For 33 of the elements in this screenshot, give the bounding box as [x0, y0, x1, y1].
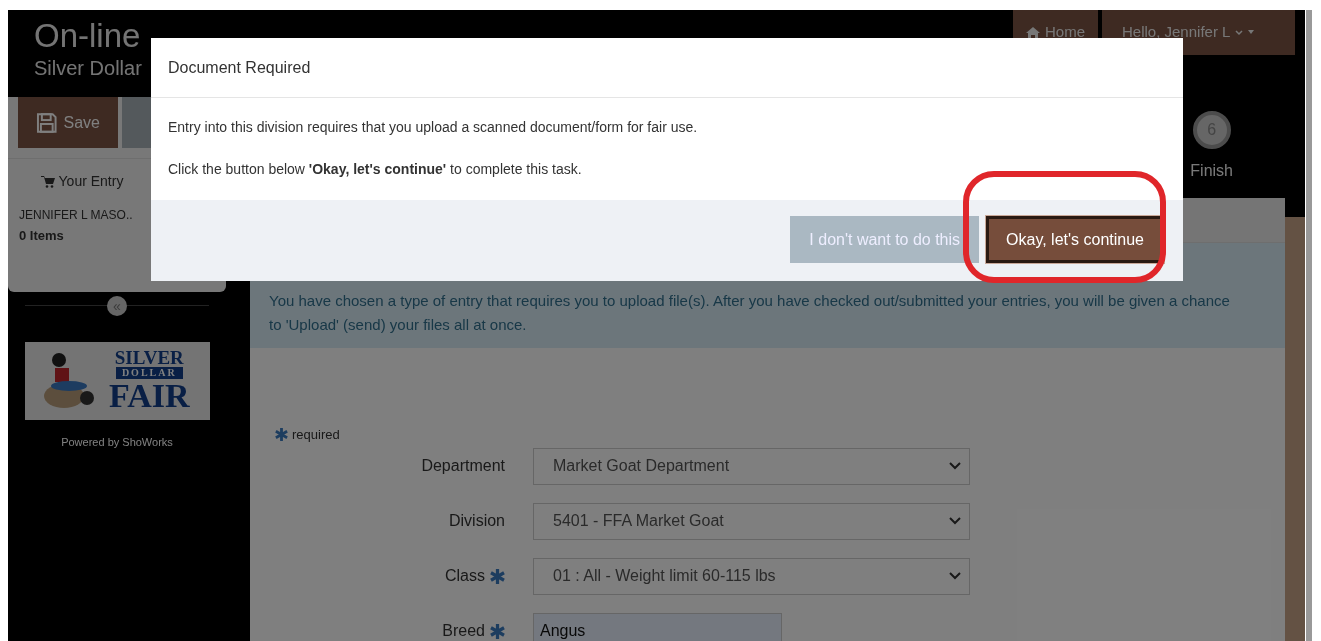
chevron-down-icon [949, 572, 961, 580]
step-label: Finish [1190, 161, 1233, 181]
text-field[interactable]: Angus [533, 612, 782, 641]
field-label: Breed [442, 621, 485, 641]
save-button[interactable]: Save [18, 97, 118, 148]
select-field[interactable]: 01 : All - Weight limit 60-115 lbs [533, 557, 970, 595]
alert-text: You have chosen a type of entry that requires you to upload file(s). After you have checked out/submitted your entries, you will be given a chance to 'Upload' (send) your files all at once. [269, 291, 1231, 335]
modal-message: Click the button below 'Okay, let's continue' to complete this task. [168, 160, 583, 178]
logo-text: SILVER [114, 349, 184, 367]
modal-message: Entry into this division requires that you upload a scanned document/form for fair use. [168, 118, 699, 136]
logo-text: DOLLAR [115, 367, 183, 379]
page-title: On-line [34, 16, 141, 56]
asterisk-icon [275, 428, 288, 442]
cart-label: Your Entry [58, 172, 124, 191]
field-label: Department [421, 456, 505, 476]
entrant-name: JENNIFER L MASO.. [19, 207, 134, 224]
collapse-button[interactable]: « [107, 296, 127, 316]
item-count: 0 Items [19, 227, 65, 245]
powered-by-text: Powered by ShoWorks [60, 435, 174, 450]
modal-title: Document Required [168, 57, 311, 78]
field-label: Division [449, 511, 505, 531]
continue-button[interactable]: Okay, let's continue [986, 216, 1164, 263]
page-subtitle: Silver Dollar [34, 56, 142, 80]
home-icon [1026, 26, 1040, 39]
select-field[interactable]: Market Goat Department [533, 447, 970, 485]
chevron-down-icon [949, 462, 961, 470]
field-label: Class [445, 566, 485, 586]
select-field[interactable]: 5401 - FFA Market Goat [533, 502, 970, 540]
caret-icon [1235, 28, 1256, 37]
chevron-down-icon [949, 517, 961, 525]
cart-icon [40, 175, 55, 188]
required-note: required [292, 426, 340, 444]
logo-text: FAIR [109, 379, 190, 413]
